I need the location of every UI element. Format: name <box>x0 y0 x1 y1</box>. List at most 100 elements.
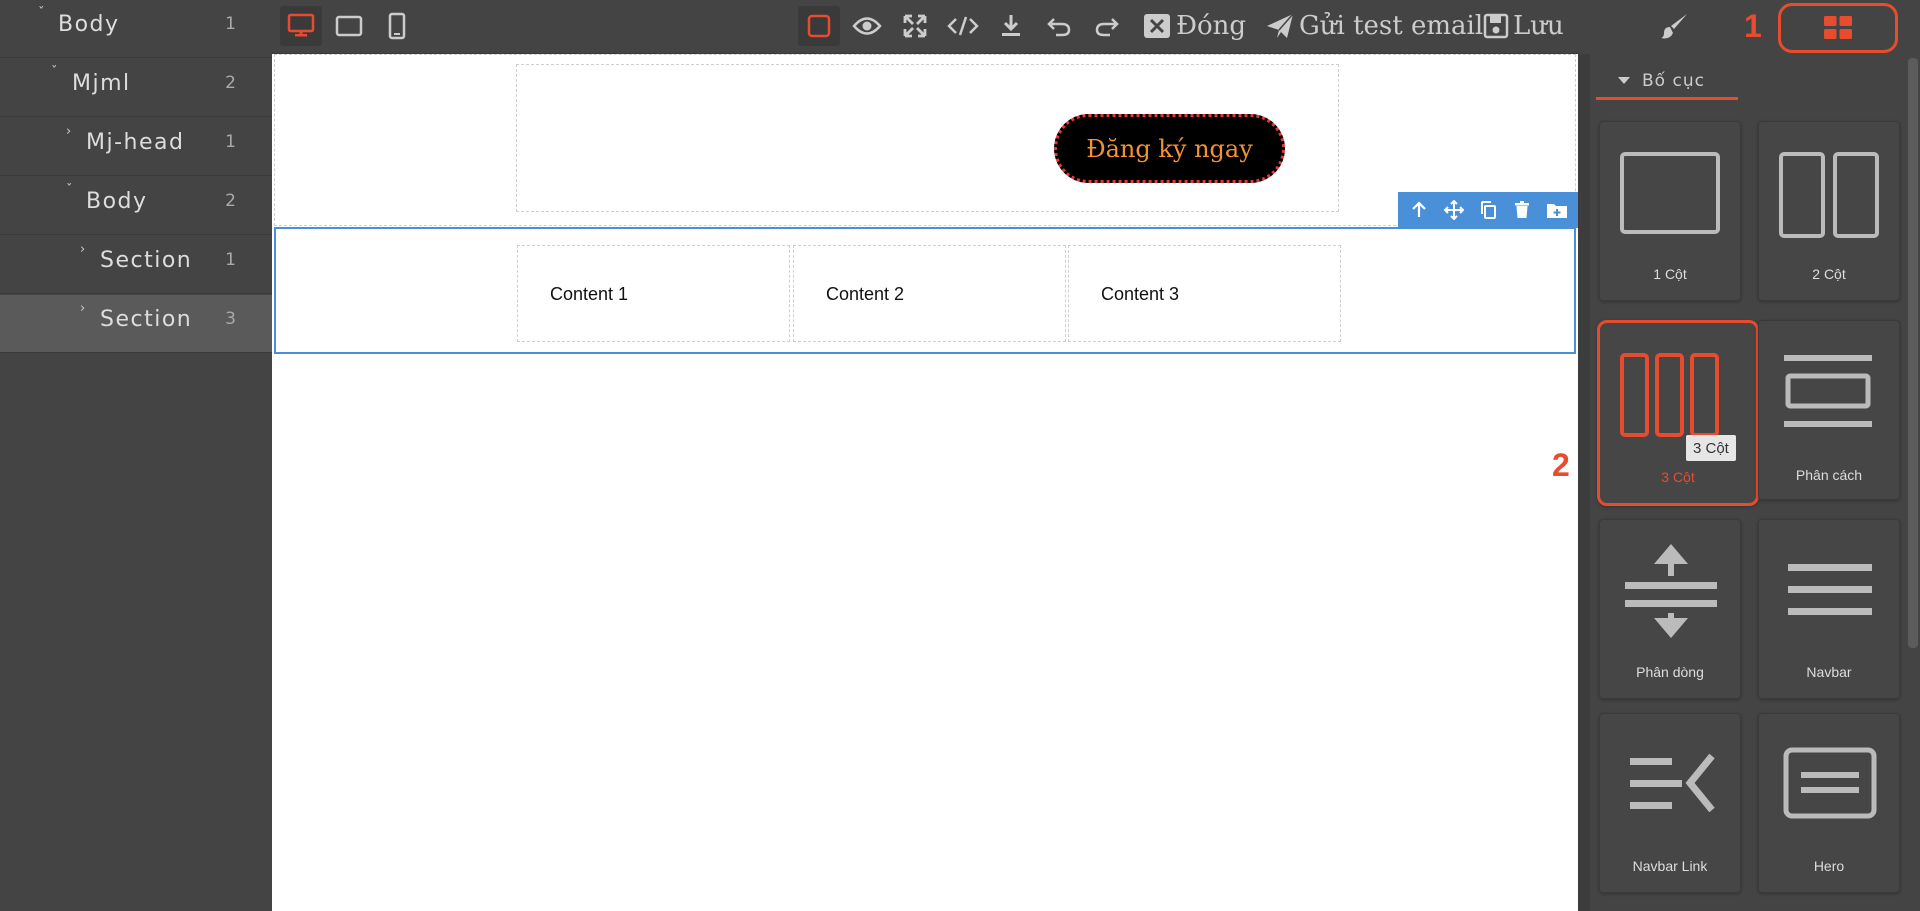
layer-manager: ˇ Body 1 ˇ Mjml 2 › Mj-head 1 ˇ Body 2 ›… <box>0 0 272 911</box>
move-button[interactable] <box>1439 195 1469 225</box>
panel-scrollbar[interactable] <box>1908 58 1918 648</box>
preview-button[interactable] <box>846 6 888 46</box>
block-label: Phân dòng <box>1636 664 1704 680</box>
chevron-down-icon[interactable]: ˇ <box>38 6 45 21</box>
mobile-view-button[interactable] <box>376 6 418 46</box>
column-content[interactable]: Content 2 <box>826 284 904 305</box>
undo-button[interactable] <box>1038 6 1080 46</box>
block-navbar[interactable]: Navbar <box>1758 519 1900 699</box>
block-hero[interactable]: Hero <box>1758 713 1900 893</box>
hero-icon <box>1783 747 1877 819</box>
close-button[interactable]: Đóng <box>1142 6 1246 46</box>
layer-row-section-1[interactable]: › Section 1 <box>0 236 272 294</box>
tablet-icon <box>335 15 363 37</box>
layer-count: 3 <box>225 309 236 329</box>
square-outline-icon <box>807 14 831 38</box>
code-view-button[interactable] <box>942 6 984 46</box>
fullscreen-button[interactable] <box>894 6 936 46</box>
layer-count: 2 <box>225 191 236 211</box>
block-label: Navbar <box>1806 664 1852 680</box>
copy-icon <box>1480 201 1496 219</box>
column-button[interactable]: Đăng ký ngay <box>516 64 1339 212</box>
paint-brush-icon <box>1661 14 1687 39</box>
add-block-button[interactable] <box>1542 195 1572 225</box>
block-label: 1 Cột <box>1653 266 1687 282</box>
eye-icon <box>852 17 882 35</box>
column-3[interactable]: Content 3 <box>1068 245 1341 342</box>
column-1[interactable]: Content 1 <box>517 245 790 342</box>
close-square-icon <box>1144 14 1170 38</box>
section-button[interactable]: Đăng ký ngay <box>274 54 1576 226</box>
grid-icon <box>1824 16 1852 39</box>
block-1-column[interactable]: 1 Cột <box>1599 121 1741 301</box>
chevron-right-icon[interactable]: › <box>80 242 85 257</box>
caret-down-icon <box>1618 77 1630 84</box>
block-label: Navbar Link <box>1632 858 1708 874</box>
column-content[interactable]: Content 3 <box>1101 284 1179 305</box>
floppy-disk-icon <box>1483 13 1509 39</box>
annotation-marker-1: 1 <box>1744 8 1762 44</box>
arrow-up-icon <box>1412 201 1426 217</box>
chevron-right-icon[interactable]: › <box>66 124 71 139</box>
vertical-spacer-icon <box>1625 544 1717 638</box>
chevron-right-icon[interactable]: › <box>80 301 85 316</box>
category-title: Bố cục <box>1642 70 1705 91</box>
block-spacer[interactable]: Phân dòng <box>1599 519 1741 699</box>
block-tooltip: 3 Cột <box>1686 435 1736 461</box>
send-test-email-label: Gửi test email <box>1299 11 1484 41</box>
clone-button[interactable] <box>1473 195 1503 225</box>
delete-button[interactable] <box>1507 195 1537 225</box>
layer-name: Section <box>100 248 193 273</box>
download-icon <box>1002 15 1020 36</box>
block-2-columns[interactable]: 2 Cột <box>1758 121 1900 301</box>
navbar-link-icon <box>1630 753 1715 813</box>
mobile-icon <box>388 12 406 40</box>
layer-count: 1 <box>225 14 236 34</box>
send-test-email-button[interactable]: Gửi test email <box>1265 6 1483 46</box>
chevron-down-icon[interactable]: ˇ <box>51 65 58 80</box>
layer-name: Body <box>58 12 120 37</box>
folder-plus-icon <box>1546 204 1567 218</box>
tablet-view-button[interactable] <box>328 6 370 46</box>
layer-row-mjml[interactable]: ˇ Mjml 2 <box>0 59 272 117</box>
redo-button[interactable] <box>1086 6 1128 46</box>
fullscreen-icon <box>903 14 927 38</box>
email-canvas[interactable]: Đăng ký ngay Content 1 Content 2 Content… <box>272 54 1578 911</box>
redo-icon <box>1095 18 1119 37</box>
block-label: Hero <box>1813 858 1845 874</box>
block-label: 3 Cột <box>1661 469 1695 485</box>
layer-row-body-inner[interactable]: ˇ Body 2 <box>0 177 272 235</box>
select-parent-button[interactable] <box>1404 195 1434 225</box>
column-content[interactable]: Content 1 <box>550 284 628 305</box>
layer-count: 1 <box>225 132 236 152</box>
style-manager-tab[interactable] <box>1652 6 1698 46</box>
chevron-down-icon[interactable]: ˇ <box>66 183 73 198</box>
block-3-columns[interactable]: 3 Cột <box>1597 320 1759 506</box>
block-category-layout[interactable]: Bố cục <box>1596 64 1738 100</box>
block-label: Phân cách <box>1795 467 1863 483</box>
block-navbar-link[interactable]: Navbar Link <box>1599 713 1741 893</box>
layer-row-mj-head[interactable]: › Mj-head 1 <box>0 118 272 176</box>
block-divider[interactable]: Phân cách <box>1758 320 1900 500</box>
selected-section-three-columns[interactable]: Content 1 Content 2 Content 3 <box>274 227 1576 354</box>
column-2[interactable]: Content 2 <box>793 245 1066 342</box>
save-button[interactable]: Lưu <box>1483 6 1564 46</box>
move-icon <box>1443 200 1464 220</box>
desktop-view-button[interactable] <box>280 6 322 46</box>
divider-icon <box>1784 355 1872 427</box>
desktop-icon <box>287 13 315 37</box>
layer-name: Section <box>100 307 193 332</box>
layer-name: Body <box>86 189 148 214</box>
save-label: Lưu <box>1513 11 1564 41</box>
component-outline-button[interactable] <box>798 6 840 46</box>
download-button[interactable] <box>990 6 1032 46</box>
cta-button[interactable]: Đăng ký ngay <box>1054 114 1285 183</box>
layer-row-body[interactable]: ˇ Body 1 <box>0 0 272 58</box>
block-label: 2 Cột <box>1812 266 1846 282</box>
layer-count: 1 <box>225 250 236 270</box>
undo-icon <box>1047 18 1071 37</box>
annotation-marker-2: 2 <box>1552 447 1570 483</box>
layer-row-section-2[interactable]: › Section 3 <box>0 295 272 353</box>
blocks-tab[interactable] <box>1778 3 1898 53</box>
layer-count: 2 <box>225 73 236 93</box>
